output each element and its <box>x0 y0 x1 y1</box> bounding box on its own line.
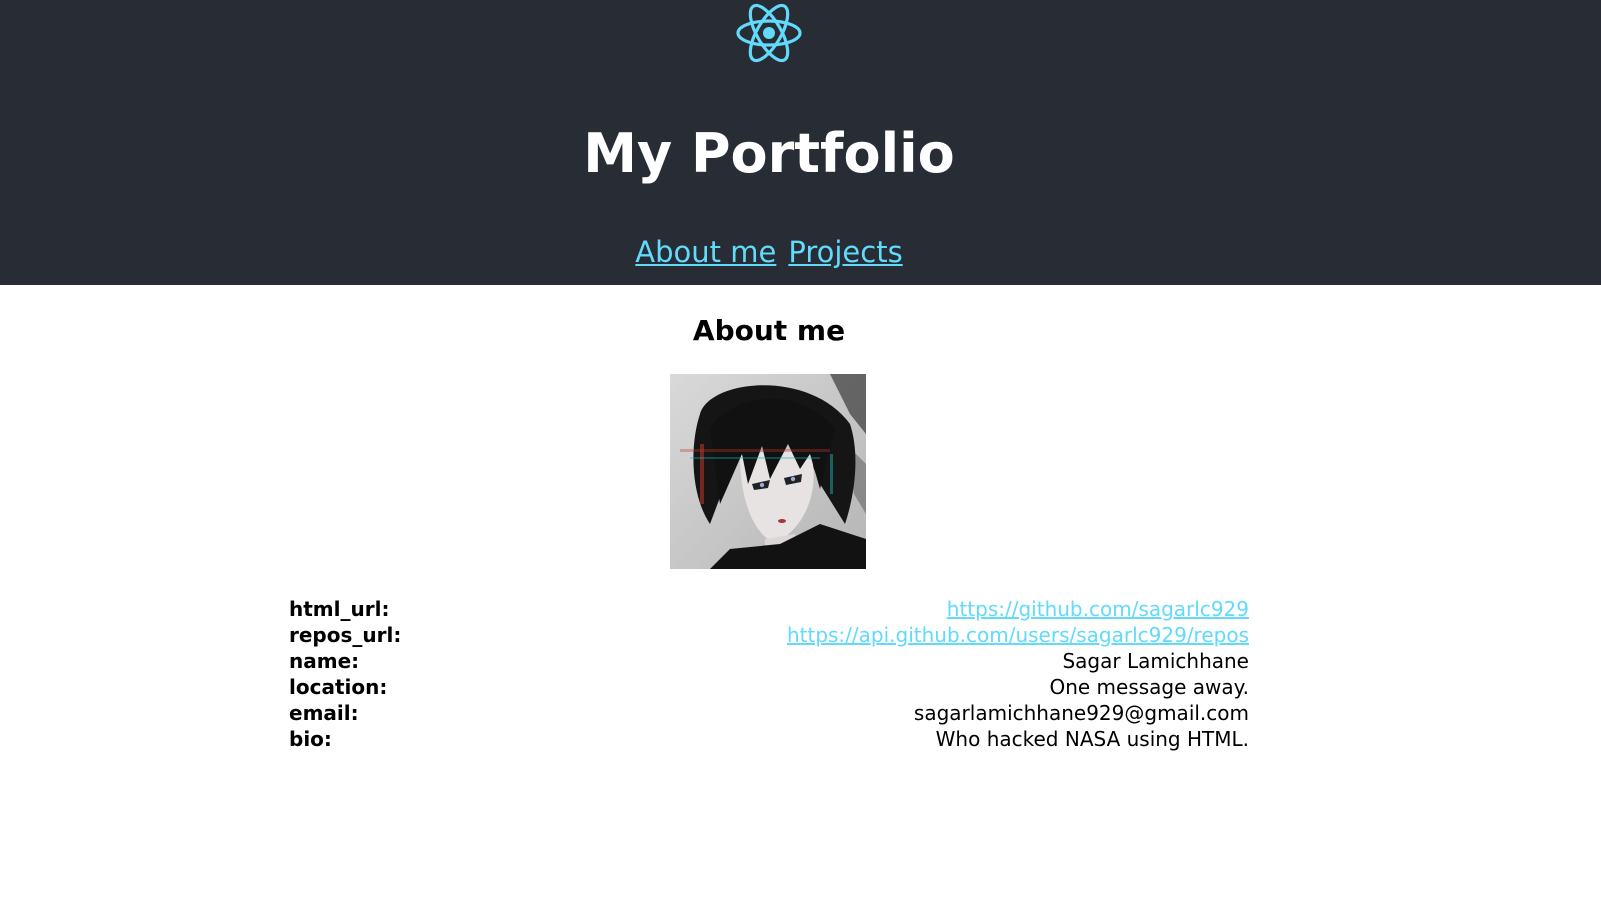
row-label-location: location: <box>289 675 388 699</box>
table-row: repos_url: https://api.github.com/users/… <box>289 622 1249 648</box>
react-logo-icon <box>736 3 802 63</box>
nav-link-projects[interactable]: Projects <box>788 235 902 269</box>
row-label-repos-url: repos_url: <box>289 623 402 647</box>
row-label-name: name: <box>289 649 360 673</box>
table-row: email: sagarlamichhane929@gmail.com <box>289 700 1249 726</box>
table-row: name: Sagar Lamichhane <box>289 648 1249 674</box>
avatar-illustration <box>670 374 866 569</box>
table-row: location: One message away. <box>289 674 1249 700</box>
row-value-location: One message away. <box>1049 675 1249 699</box>
html-url-link[interactable]: https://github.com/sagarlc929 <box>947 597 1249 621</box>
table-row: html_url: https://github.com/sagarlc929 <box>289 596 1249 622</box>
row-label-html-url: html_url: <box>289 597 390 621</box>
profile-info-table: html_url: https://github.com/sagarlc929 … <box>289 596 1249 752</box>
profile-avatar <box>670 374 866 569</box>
table-row: bio: Who hacked NASA using HTML. <box>289 726 1249 752</box>
row-value-name: Sagar Lamichhane <box>1062 649 1249 673</box>
nav-link-about-me[interactable]: About me <box>635 235 776 269</box>
section-title-about-me: About me <box>692 314 846 347</box>
row-value-email: sagarlamichhane929@gmail.com <box>913 701 1249 725</box>
repos-url-link[interactable]: https://api.github.com/users/sagarlc929/… <box>787 623 1249 647</box>
row-label-email: email: <box>289 701 359 725</box>
main-nav: About me Projects <box>0 232 1538 272</box>
row-label-bio: bio: <box>289 727 332 751</box>
app-header: My Portfolio About me Projects <box>0 0 1601 285</box>
site-title: My Portfolio <box>583 122 955 185</box>
row-value-bio: Who hacked NASA using HTML. <box>935 727 1249 751</box>
